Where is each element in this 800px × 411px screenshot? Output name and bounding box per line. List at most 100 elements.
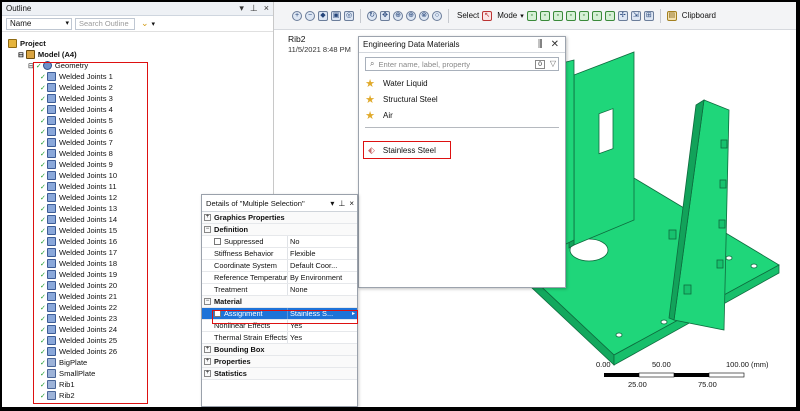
set-view-icon[interactable]: ▣ <box>331 10 341 21</box>
outline-search-input[interactable]: Search Outline <box>75 17 135 30</box>
dropdown-icon[interactable]: ▾ <box>330 199 334 208</box>
section-graphics-properties[interactable]: + Graphics Properties <box>202 212 357 224</box>
bolt-hole <box>660 319 668 325</box>
chevron-down-icon[interactable]: ▾ <box>520 12 524 20</box>
material-search-input[interactable]: ⌕ Enter name, label, property 0 ▽ <box>365 57 559 71</box>
close-icon[interactable]: × <box>349 199 354 208</box>
cursor-mode-icon[interactable]: ↖ <box>482 10 493 21</box>
pan-icon[interactable]: ✥ <box>380 10 390 21</box>
filter-icon[interactable]: ▽ <box>550 59 556 68</box>
section-label: Graphics Properties <box>214 213 285 222</box>
collapse-icon[interactable]: ⊟ <box>18 51 24 59</box>
rotate-icon[interactable]: ↻ <box>367 10 377 21</box>
row-value[interactable]: Yes <box>288 333 357 342</box>
section-statistics[interactable]: + Statistics <box>202 368 357 380</box>
column-view-icon[interactable]: ⫼ <box>538 39 543 50</box>
expand-icon[interactable]: + <box>204 358 211 365</box>
row-suppressed[interactable]: Suppressed No <box>202 236 357 248</box>
pin-icon[interactable]: ⊥ <box>338 199 345 208</box>
select-face-icon[interactable]: ▫ <box>552 10 563 21</box>
row-thermal-strain-effects[interactable]: Thermal Strain Effects Yes <box>202 332 357 344</box>
scale-tick-label: 50.00 <box>652 360 671 369</box>
favorite-star-icon: ★ <box>365 93 375 106</box>
look-at-icon[interactable]: ◎ <box>344 10 354 21</box>
row-value[interactable]: Default Coor... <box>288 261 357 270</box>
row-value[interactable]: No <box>288 237 357 246</box>
zoom-icon[interactable]: ⊕ <box>393 10 403 21</box>
select-element-face-icon[interactable]: ▫ <box>591 10 602 21</box>
row-value[interactable]: By Environment <box>288 273 357 282</box>
iso-view-icon[interactable]: ◆ <box>318 10 328 21</box>
section-material[interactable]: − Material <box>202 296 357 308</box>
row-value[interactable]: Yes <box>288 321 357 330</box>
graphics-toolbar: + − ◆ ▣ ◎ ↻ ✥ ⊕ ⊕ ⊗ ○ Select ↖ Mode ▾ ▫ … <box>274 2 796 30</box>
row-treatment[interactable]: Treatment None <box>202 284 357 296</box>
magnifier-icon[interactable]: ○ <box>432 10 442 21</box>
material-item-air[interactable]: ★ Air <box>359 107 565 123</box>
engineering-data-popup: Engineering Data Materials ⫼ ✕ ⌕ Enter n… <box>358 36 566 288</box>
section-properties[interactable]: + Properties <box>202 356 357 368</box>
selection-highlight-box <box>33 62 148 404</box>
material-item-stainless-steel[interactable]: ⬖ Stainless Steel <box>363 141 451 159</box>
extend-selection-icon[interactable]: ⇲ <box>630 10 641 21</box>
row-value[interactable]: Flexible <box>288 249 357 258</box>
collapse-icon[interactable]: − <box>204 298 211 305</box>
divider <box>448 8 449 23</box>
assignment-value[interactable]: Stainless S... <box>290 309 333 318</box>
point-coordinate-icon[interactable]: ✢ <box>617 10 628 21</box>
eng-popup-header: Engineering Data Materials ⫼ ✕ <box>359 37 565 53</box>
checkbox[interactable] <box>214 310 221 317</box>
row-stiffness-behavior[interactable]: Stiffness Behavior Flexible <box>202 248 357 260</box>
tree-item-project[interactable]: Project <box>8 38 268 49</box>
application-window: Outline ▾ ⊥ × Name ▾ Search Outline ⌄ ▾ … <box>2 2 796 407</box>
select-vertex-icon[interactable]: ▫ <box>526 10 537 21</box>
row-key: Assignment <box>224 309 263 318</box>
zoom-out-icon[interactable]: − <box>305 10 315 21</box>
tree-label: Project <box>20 39 46 48</box>
outline-title: Outline <box>6 4 32 13</box>
close-icon[interactable]: × <box>264 3 269 14</box>
select-edge-icon[interactable]: ▫ <box>539 10 550 21</box>
row-reference-temperature[interactable]: Reference Temperature By Environment <box>202 272 357 284</box>
material-item-water-liquid[interactable]: ★ Water Liquid <box>359 75 565 91</box>
row-nonlinear-effects[interactable]: Nonlinear Effects Yes <box>202 320 357 332</box>
select-all-icon[interactable]: ⊞ <box>643 10 654 21</box>
material-label: Water Liquid <box>383 78 428 88</box>
zoom-fit-icon[interactable]: ⊗ <box>419 10 429 21</box>
section-bounding-box[interactable]: + Bounding Box <box>202 344 357 356</box>
expand-icon[interactable]: + <box>204 370 211 377</box>
row-coordinate-system[interactable]: Coordinate System Default Coor... <box>202 260 357 272</box>
dropdown-arrow-icon[interactable]: ▸ <box>352 310 355 317</box>
row-assignment[interactable]: Assignment Stainless S... ▸ <box>202 308 357 320</box>
select-button[interactable]: Select <box>457 11 479 20</box>
collapse-icon[interactable]: − <box>204 226 211 233</box>
expand-chevron-icon[interactable]: ⌄ <box>141 18 149 29</box>
box-zoom-icon[interactable]: ⊕ <box>406 10 416 21</box>
section-label: Bounding Box <box>214 345 265 354</box>
tree-item-model[interactable]: ⊟ Model (A4) <box>8 49 268 60</box>
select-node-icon[interactable]: ▫ <box>578 10 589 21</box>
zoom-in-icon[interactable]: + <box>292 10 302 21</box>
eng-popup-title: Engineering Data Materials <box>363 40 460 49</box>
row-value[interactable]: None <box>288 285 357 294</box>
name-filter-dropdown[interactable]: Name ▾ <box>6 17 72 30</box>
clipboard-icon[interactable]: ▤ <box>666 10 677 21</box>
dropdown-icon[interactable]: ▾ <box>239 3 244 14</box>
checkbox[interactable] <box>214 238 221 245</box>
section-definition[interactable]: − Definition <box>202 224 357 236</box>
close-icon[interactable]: ✕ <box>551 39 559 50</box>
material-item-structural-steel[interactable]: ★ Structural Steel <box>359 91 565 107</box>
clipboard-button[interactable]: Clipboard <box>682 11 716 20</box>
expand-icon[interactable]: + <box>204 346 211 353</box>
name-filter-label: Name <box>10 19 32 28</box>
pin-icon[interactable]: ⊥ <box>250 3 258 14</box>
row-key: Thermal Strain Effects <box>202 332 288 343</box>
bolt-hole <box>725 255 733 261</box>
favorite-star-icon: ★ <box>365 109 375 122</box>
details-panel: Details of "Multiple Selection" ▾ ⊥ × + G… <box>201 194 358 407</box>
dropdown-icon[interactable]: ▾ <box>152 20 156 28</box>
select-element-icon[interactable]: ▫ <box>604 10 615 21</box>
expand-icon[interactable]: + <box>204 214 211 221</box>
select-body-icon[interactable]: ▫ <box>565 10 576 21</box>
mode-dropdown[interactable]: Mode <box>497 11 517 20</box>
